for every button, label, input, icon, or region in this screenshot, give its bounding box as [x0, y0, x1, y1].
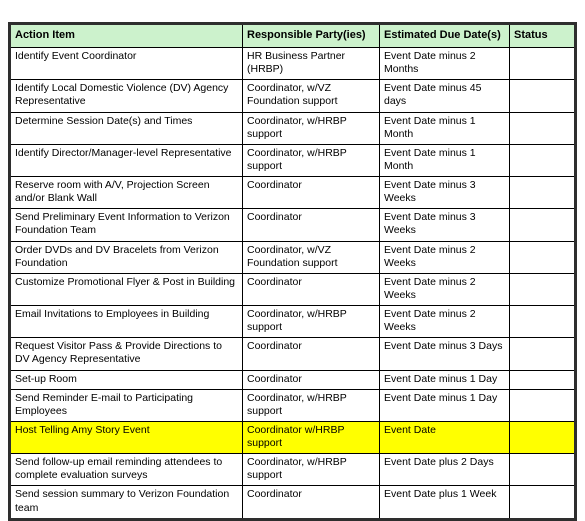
- column-header-responsible-party: Responsible Party(ies): [242, 23, 380, 48]
- table-row: Send Preliminary Event Information to Ve…: [9, 208, 576, 242]
- column-header-status: Status: [509, 23, 576, 48]
- table-row: Order DVDs and DV Bracelets from Verizon…: [9, 240, 576, 274]
- cell-estimated-due-date: Event Date plus 2 Days: [379, 453, 510, 487]
- column-header-action-item: Action Item: [9, 23, 243, 48]
- table-row: Set-up Room Coordinator Event Date minus 1…: [9, 369, 576, 390]
- table-row: Reserve room with A/V, Projection Screen…: [9, 175, 576, 210]
- cell-status: [509, 175, 576, 210]
- checklist-table-container: Action Item Responsible Party(ies) Estim…: [8, 22, 577, 521]
- cell-status: [509, 304, 576, 339]
- cell-estimated-due-date: Event Date plus 1 Week: [379, 485, 510, 520]
- cell-action-item: Send session summary to Verizon Foundati…: [9, 485, 243, 520]
- table-row: Identify Local Domestic Violence (DV) Ag…: [9, 79, 576, 113]
- cell-responsible-party: Coordinator: [242, 208, 380, 242]
- cell-status: [509, 111, 576, 145]
- table-body: Identify Event Coordinator HR Business Pa…: [9, 46, 576, 520]
- cell-action-item: Identify Event Coordinator: [9, 46, 243, 81]
- cell-action-item: Order DVDs and DV Bracelets from Verizon…: [9, 240, 243, 274]
- cell-responsible-party: Coordinator, w/VZ Foundation support: [242, 240, 380, 274]
- cell-action-item: Identify Local Domestic Violence (DV) Ag…: [9, 79, 243, 113]
- cell-action-item: Email Invitations to Employees in Buildi…: [9, 304, 243, 339]
- cell-action-item: Send follow-up email reminding attendees…: [9, 453, 243, 487]
- cell-action-item: Send Preliminary Event Information to Ve…: [9, 208, 243, 242]
- cell-estimated-due-date: Event Date: [379, 420, 510, 455]
- cell-status: [509, 143, 576, 178]
- cell-estimated-due-date: Event Date minus 3 Weeks: [379, 208, 510, 242]
- cell-action-item: Set-up Room: [9, 369, 243, 390]
- cell-status: [509, 79, 576, 113]
- cell-estimated-due-date: Event Date minus 1 Day: [379, 388, 510, 422]
- cell-action-item: Send Reminder E-mail to Participating Em…: [9, 388, 243, 422]
- cell-estimated-due-date: Event Date minus 2 Weeks: [379, 240, 510, 274]
- cell-responsible-party: HR Business Partner (HRBP): [242, 46, 380, 81]
- cell-estimated-due-date: Event Date minus 1 Month: [379, 111, 510, 145]
- table-header: Action Item Responsible Party(ies) Estim…: [9, 23, 576, 48]
- cell-estimated-due-date: Event Date minus 3 Weeks: [379, 175, 510, 210]
- table-row: Send Reminder E-mail to Participating Em…: [9, 388, 576, 422]
- cell-status: [509, 46, 576, 81]
- cell-responsible-party: Coordinator, w/HRBP support: [242, 111, 380, 145]
- cell-status: [509, 240, 576, 274]
- cell-status: [509, 369, 576, 390]
- cell-status: [509, 337, 576, 371]
- cell-action-item: Reserve room with A/V, Projection Screen…: [9, 175, 243, 210]
- cell-status: [509, 388, 576, 422]
- table-row: Request Visitor Pass & Provide Direction…: [9, 337, 576, 371]
- table-row: Send session summary to Verizon Foundati…: [9, 485, 576, 520]
- cell-status: [509, 453, 576, 487]
- column-header-estimated-due-date: Estimated Due Date(s): [379, 23, 510, 48]
- cell-responsible-party: Coordinator, w/HRBP support: [242, 388, 380, 422]
- cell-responsible-party: Coordinator: [242, 337, 380, 371]
- cell-action-item: Request Visitor Pass & Provide Direction…: [9, 337, 243, 371]
- cell-estimated-due-date: Event Date minus 3 Days: [379, 337, 510, 371]
- cell-estimated-due-date: Event Date minus 2 Weeks: [379, 272, 510, 307]
- table-row: Host Telling Amy Story Event Coordinator …: [9, 420, 576, 455]
- cell-status: [509, 208, 576, 242]
- cell-responsible-party: Coordinator: [242, 369, 380, 390]
- cell-status: [509, 485, 576, 520]
- cell-estimated-due-date: Event Date minus 2 Weeks: [379, 304, 510, 339]
- cell-action-item: Customize Promotional Flyer & Post in Bu…: [9, 272, 243, 307]
- cell-responsible-party: Coordinator: [242, 272, 380, 307]
- table-row: Send follow-up email reminding attendees…: [9, 453, 576, 487]
- cell-estimated-due-date: Event Date minus 1 Month: [379, 143, 510, 178]
- event-planning-checklist-table: Action Item Responsible Party(ies) Estim…: [8, 22, 577, 521]
- table-header-row: Action Item Responsible Party(ies) Estim…: [9, 23, 576, 48]
- cell-responsible-party: Coordinator, w/HRBP support: [242, 143, 380, 178]
- table-row: Identify Director/Manager-level Represen…: [9, 143, 576, 178]
- table-row: Determine Session Date(s) and Times Coord…: [9, 111, 576, 145]
- cell-responsible-party: Coordinator, w/HRBP support: [242, 453, 380, 487]
- cell-estimated-due-date: Event Date minus 1 Day: [379, 369, 510, 390]
- cell-action-item: Host Telling Amy Story Event: [9, 420, 243, 455]
- cell-responsible-party: Coordinator, w/VZ Foundation support: [242, 79, 380, 113]
- table-row: Email Invitations to Employees in Buildi…: [9, 304, 576, 339]
- cell-responsible-party: Coordinator: [242, 175, 380, 210]
- table-row: Customize Promotional Flyer & Post in Bu…: [9, 272, 576, 307]
- cell-action-item: Determine Session Date(s) and Times: [9, 111, 243, 145]
- cell-action-item: Identify Director/Manager-level Represen…: [9, 143, 243, 178]
- table-row: Identify Event Coordinator HR Business Pa…: [9, 46, 576, 81]
- cell-estimated-due-date: Event Date minus 2 Months: [379, 46, 510, 81]
- cell-status: [509, 420, 576, 455]
- cell-responsible-party: Coordinator, w/HRBP support: [242, 304, 380, 339]
- cell-responsible-party: Coordinator: [242, 485, 380, 520]
- cell-responsible-party: Coordinator w/HRBP support: [242, 420, 380, 455]
- cell-estimated-due-date: Event Date minus 45 days: [379, 79, 510, 113]
- cell-status: [509, 272, 576, 307]
